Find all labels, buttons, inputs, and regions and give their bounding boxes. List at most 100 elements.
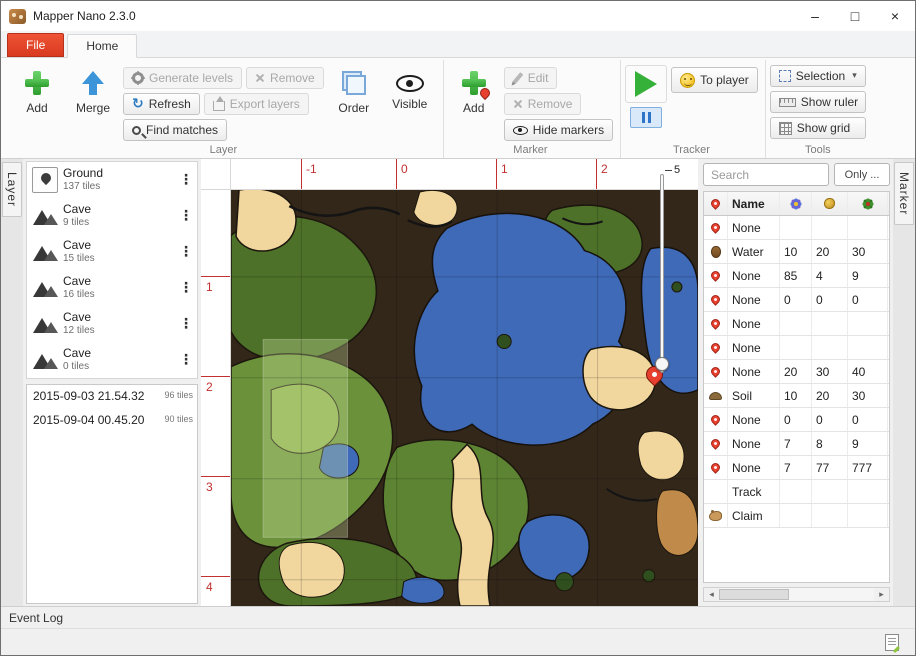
marker-table-row[interactable]: None: [704, 312, 889, 336]
remove-layer-button: Remove: [246, 67, 324, 89]
layer-list-item[interactable]: Cave 9 tiles ⋮: [27, 198, 197, 234]
marker-table-row[interactable]: Water 10 20 30: [704, 240, 889, 264]
layer-menu-button[interactable]: ⋮: [177, 208, 195, 224]
layer-tile-count: 12 tiles: [63, 325, 95, 337]
marker-value-1-cell: [780, 480, 812, 503]
layer-list-item[interactable]: Cave 12 tiles ⋮: [27, 306, 197, 342]
marker-value-1-cell: [780, 312, 812, 335]
tracker-group-label: Tracker: [673, 144, 710, 156]
layer-menu-button[interactable]: ⋮: [177, 280, 195, 296]
show-grid-button[interactable]: Show grid: [769, 117, 866, 139]
layer-group-label: Layer: [209, 144, 238, 156]
merge-arrow-icon: [80, 70, 106, 96]
export-layers-button: Export layers: [203, 93, 309, 115]
marker-type-icon: [709, 221, 722, 234]
visible-button[interactable]: Visible: [384, 62, 436, 114]
layer-list-item[interactable]: Ground 137 tiles ⋮: [27, 162, 197, 198]
marker-table-row[interactable]: None 7 8 9: [704, 432, 889, 456]
snapshot-list-item[interactable]: 2015-09-03 21.54.32 96 tiles: [27, 385, 197, 409]
pin-icon: [709, 197, 722, 210]
ruler-corner: [201, 159, 231, 190]
column-header-plant[interactable]: [848, 192, 888, 215]
show-ruler-button[interactable]: Show ruler: [769, 91, 866, 113]
to-player-button[interactable]: To player: [671, 67, 758, 93]
scroll-left-button[interactable]: ◂: [704, 588, 719, 601]
zoom-slider-thumb[interactable]: [655, 357, 669, 371]
column-header-flower[interactable]: [780, 192, 812, 215]
title-bar: Mapper Nano 2.3.0 – □ ×: [1, 1, 915, 31]
map-canvas[interactable]: [231, 190, 698, 606]
marker-table-row[interactable]: Claim: [704, 504, 889, 528]
marker-table-row[interactable]: None 85 4 9: [704, 264, 889, 288]
layer-list-item[interactable]: Cave 16 tiles ⋮: [27, 270, 197, 306]
maximize-button[interactable]: □: [835, 1, 875, 31]
marker-table-row[interactable]: Track: [704, 480, 889, 504]
marker-table-row[interactable]: None 7 77 777: [704, 456, 889, 480]
refresh-button[interactable]: ↻ Refresh: [123, 93, 200, 115]
zoom-slider-track[interactable]: [660, 174, 664, 373]
order-button[interactable]: Order: [328, 62, 380, 118]
find-matches-button[interactable]: Find matches: [123, 119, 228, 141]
marker-value-2-cell: [812, 480, 848, 503]
close-button[interactable]: ×: [875, 1, 915, 31]
layer-menu-button[interactable]: ⋮: [177, 316, 195, 332]
minimize-button[interactable]: –: [795, 1, 835, 31]
marker-table-row[interactable]: None: [704, 336, 889, 360]
export-icon: [212, 95, 225, 111]
marker-value-3-cell: 40: [848, 360, 888, 383]
play-tracker-button[interactable]: [625, 65, 668, 103]
marker-panel-tab[interactable]: Marker: [894, 162, 914, 226]
pencil-icon: [512, 72, 524, 84]
tab-home[interactable]: Home: [67, 34, 138, 58]
hide-markers-button[interactable]: Hide markers: [503, 119, 614, 141]
window-title: Mapper Nano 2.3.0: [33, 9, 136, 23]
layer-menu-button[interactable]: ⋮: [177, 172, 195, 188]
add-layer-button[interactable]: Add: [11, 62, 63, 118]
scroll-right-button[interactable]: ▸: [874, 588, 889, 601]
marker-value-1-cell: [780, 216, 812, 239]
tab-file[interactable]: File: [7, 33, 65, 57]
layer-tile-count: 16 tiles: [63, 289, 95, 301]
layer-name: Cave: [63, 202, 92, 217]
notes-icon[interactable]: [885, 633, 899, 651]
pause-tracker-button[interactable]: [630, 107, 663, 128]
selection-dropdown-button[interactable]: Selection ▾: [769, 65, 866, 87]
marker-type-icon: [709, 461, 722, 474]
marker-type-icon: [709, 293, 722, 306]
marker-value-2-cell: 77: [812, 456, 848, 479]
column-header-marker[interactable]: [704, 192, 728, 215]
order-label: Order: [338, 101, 370, 115]
marker-table-row[interactable]: None 20 30 40: [704, 360, 889, 384]
marker-table-row[interactable]: Soil 10 20 30: [704, 384, 889, 408]
layer-list-item[interactable]: Cave 15 tiles ⋮: [27, 234, 197, 270]
scrollbar-track[interactable]: [719, 588, 874, 601]
merge-layers-button[interactable]: Merge: [67, 62, 119, 118]
snapshot-tile-count: 90 tiles: [164, 414, 193, 424]
layer-menu-button[interactable]: ⋮: [177, 352, 195, 368]
column-header-gold[interactable]: [812, 192, 848, 215]
marker-name-cell: None: [728, 432, 780, 455]
add-marker-button[interactable]: Add: [448, 62, 500, 118]
marker-value-3-cell: [848, 336, 888, 359]
layer-panel-tab[interactable]: Layer: [2, 162, 22, 218]
scrollbar-thumb[interactable]: [719, 589, 789, 600]
ribbon: Add Merge Generate levels Remove ↻ Refre…: [1, 58, 915, 159]
marker-table-row[interactable]: None 0 0 0: [704, 408, 889, 432]
marker-value-3-cell: 30: [848, 240, 888, 263]
snapshot-timestamp: 2015-09-03 21.54.32: [33, 389, 145, 403]
search-input[interactable]: [703, 163, 829, 186]
layer-menu-button[interactable]: ⋮: [177, 244, 195, 260]
column-header-name[interactable]: Name: [728, 192, 780, 215]
marker-value-2-cell: 0: [812, 288, 848, 311]
only-filter-button[interactable]: Only ...: [834, 163, 890, 186]
layer-list-item[interactable]: Cave 0 tiles ⋮: [27, 342, 197, 378]
grid-icon: [778, 121, 792, 135]
ribbon-group-layer: Add Merge Generate levels Remove ↻ Refre…: [7, 60, 444, 158]
marker-type-icon: [709, 269, 722, 282]
order-layers-icon: [341, 70, 367, 96]
layer-tile-count: 9 tiles: [63, 217, 90, 229]
event-log-bar[interactable]: Event Log: [1, 606, 915, 628]
snapshot-list-item[interactable]: 2015-09-04 00.45.20 90 tiles: [27, 409, 197, 433]
marker-table-row[interactable]: None 0 0 0: [704, 288, 889, 312]
marker-table-row[interactable]: None: [704, 216, 889, 240]
